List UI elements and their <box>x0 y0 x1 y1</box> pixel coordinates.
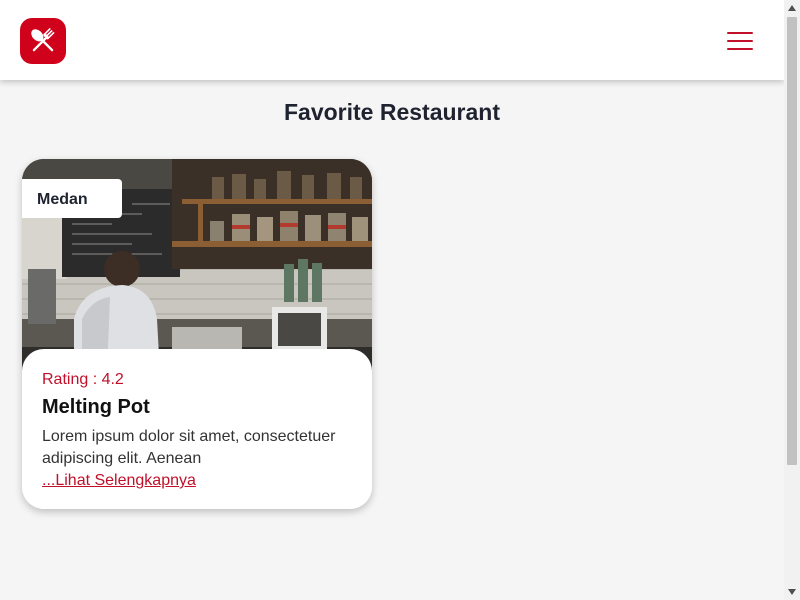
hamburger-line <box>727 40 753 42</box>
restaurant-description: Lorem ipsum dolor sit amet, consectetuer… <box>42 428 336 467</box>
scroll-up-arrow-icon[interactable] <box>784 0 800 16</box>
app-header <box>0 0 784 80</box>
hamburger-menu-button[interactable] <box>720 27 760 55</box>
restaurant-rating: Rating : 4.2 <box>42 371 124 388</box>
detail-link[interactable]: ...Lihat Selengkapnya <box>42 470 196 492</box>
vertical-scrollbar[interactable] <box>784 0 800 600</box>
page-title: Favorite Restaurant <box>283 99 500 125</box>
scroll-down-arrow-icon[interactable] <box>784 584 800 600</box>
utensils-logo-icon <box>31 27 55 52</box>
hamburger-line <box>727 32 753 34</box>
scrollbar-thumb[interactable] <box>787 17 797 465</box>
restaurant-photo: Medan <box>22 159 372 374</box>
viewport: Favorite Restaurant Medan Rating: 4.2 M… <box>0 0 784 600</box>
city-badge: Medan <box>22 179 122 218</box>
app-logo[interactable] <box>20 18 66 64</box>
card-body: Rating : 4.2 Melting Pot Lorem ipsum dol… <box>22 349 372 509</box>
restaurant-card: Medan Rating : 4.2 Melting Pot Lorem ips… <box>22 159 372 509</box>
hamburger-line <box>727 48 753 50</box>
restaurant-name: Melting Pot <box>42 396 150 418</box>
